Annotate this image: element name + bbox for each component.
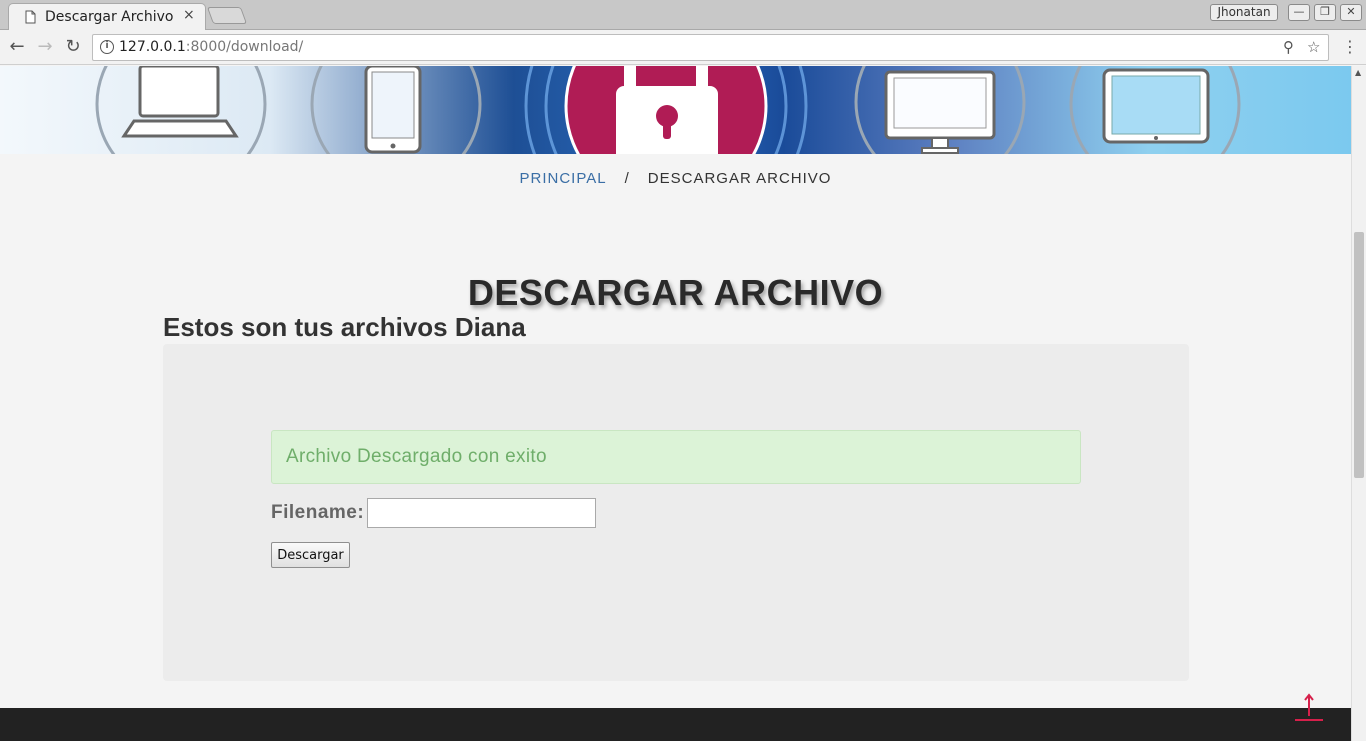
menu-dots-icon[interactable]: ⋮ — [1342, 37, 1358, 57]
scrollbar-thumb[interactable] — [1354, 232, 1364, 478]
tab-title: Descargar Archivo — [45, 9, 174, 25]
filename-label: Filename: — [271, 502, 365, 523]
filename-input[interactable] — [367, 498, 596, 528]
breadcrumb-home-link[interactable]: PRINCIPAL — [520, 170, 607, 187]
back-arrow-icon[interactable]: ← — [6, 36, 28, 58]
address-bar[interactable]: i 127.0.0.1:8000/download/ ⚲ ☆ — [92, 34, 1329, 61]
breadcrumb: PRINCIPAL / DESCARGAR ARCHIVO — [0, 170, 1351, 187]
breadcrumb-separator: / — [624, 170, 630, 187]
success-alert: Archivo Descargado con exito — [271, 430, 1081, 484]
profile-button[interactable]: Jhonatan — [1210, 4, 1278, 21]
info-icon[interactable]: i — [100, 40, 114, 54]
tab-close-icon[interactable]: × — [183, 7, 195, 23]
breadcrumb-current: DESCARGAR ARCHIVO — [647, 170, 832, 187]
browser-tab[interactable]: Descargar Archivo × — [8, 3, 206, 30]
page-viewport: PRINCIPAL / DESCARGAR ARCHIVO DESCARGAR AR… — [0, 66, 1351, 741]
close-window-button[interactable]: ✕ — [1340, 4, 1362, 21]
page-icon — [25, 10, 36, 24]
arrow-up-icon[interactable] — [1294, 692, 1324, 722]
minimize-button[interactable]: — — [1288, 4, 1310, 21]
success-alert-text: Archivo Descargado con exito — [286, 446, 547, 467]
devices-banner-image — [95, 66, 1241, 154]
url-text[interactable]: 127.0.0.1:8000/download/ — [119, 39, 303, 55]
download-panel: Archivo Descargado con exito Filename: D… — [163, 344, 1189, 681]
new-tab-button[interactable] — [206, 7, 248, 24]
files-owner-heading: Estos son tus archivos Diana — [163, 312, 526, 342]
scroll-up-icon[interactable]: ▲ — [1355, 68, 1361, 77]
restore-button[interactable]: ❐ — [1314, 4, 1336, 21]
laptop-icon — [121, 66, 239, 138]
page-footer — [0, 708, 1351, 741]
forward-arrow-icon[interactable]: → — [34, 36, 56, 58]
page-title: DESCARGAR ARCHIVO — [467, 272, 884, 313]
monitor-icon — [884, 70, 996, 154]
tablet-icon — [1102, 68, 1210, 144]
header-banner — [0, 66, 1351, 154]
zoom-icon[interactable]: ⚲ — [1283, 38, 1294, 56]
browser-toolbar: ← → ↻ i 127.0.0.1:8000/download/ ⚲ ☆ ⋮ — [0, 30, 1366, 65]
download-button[interactable]: Descargar — [271, 542, 350, 568]
bookmark-star-icon[interactable]: ☆ — [1307, 38, 1320, 56]
reload-icon[interactable]: ↻ — [62, 36, 84, 58]
phone-icon — [364, 66, 422, 154]
browser-titlebar: Descargar Archivo × Jhonatan — ❐ ✕ — [0, 0, 1366, 30]
page-scrollbar[interactable]: ▲ — [1351, 66, 1366, 741]
